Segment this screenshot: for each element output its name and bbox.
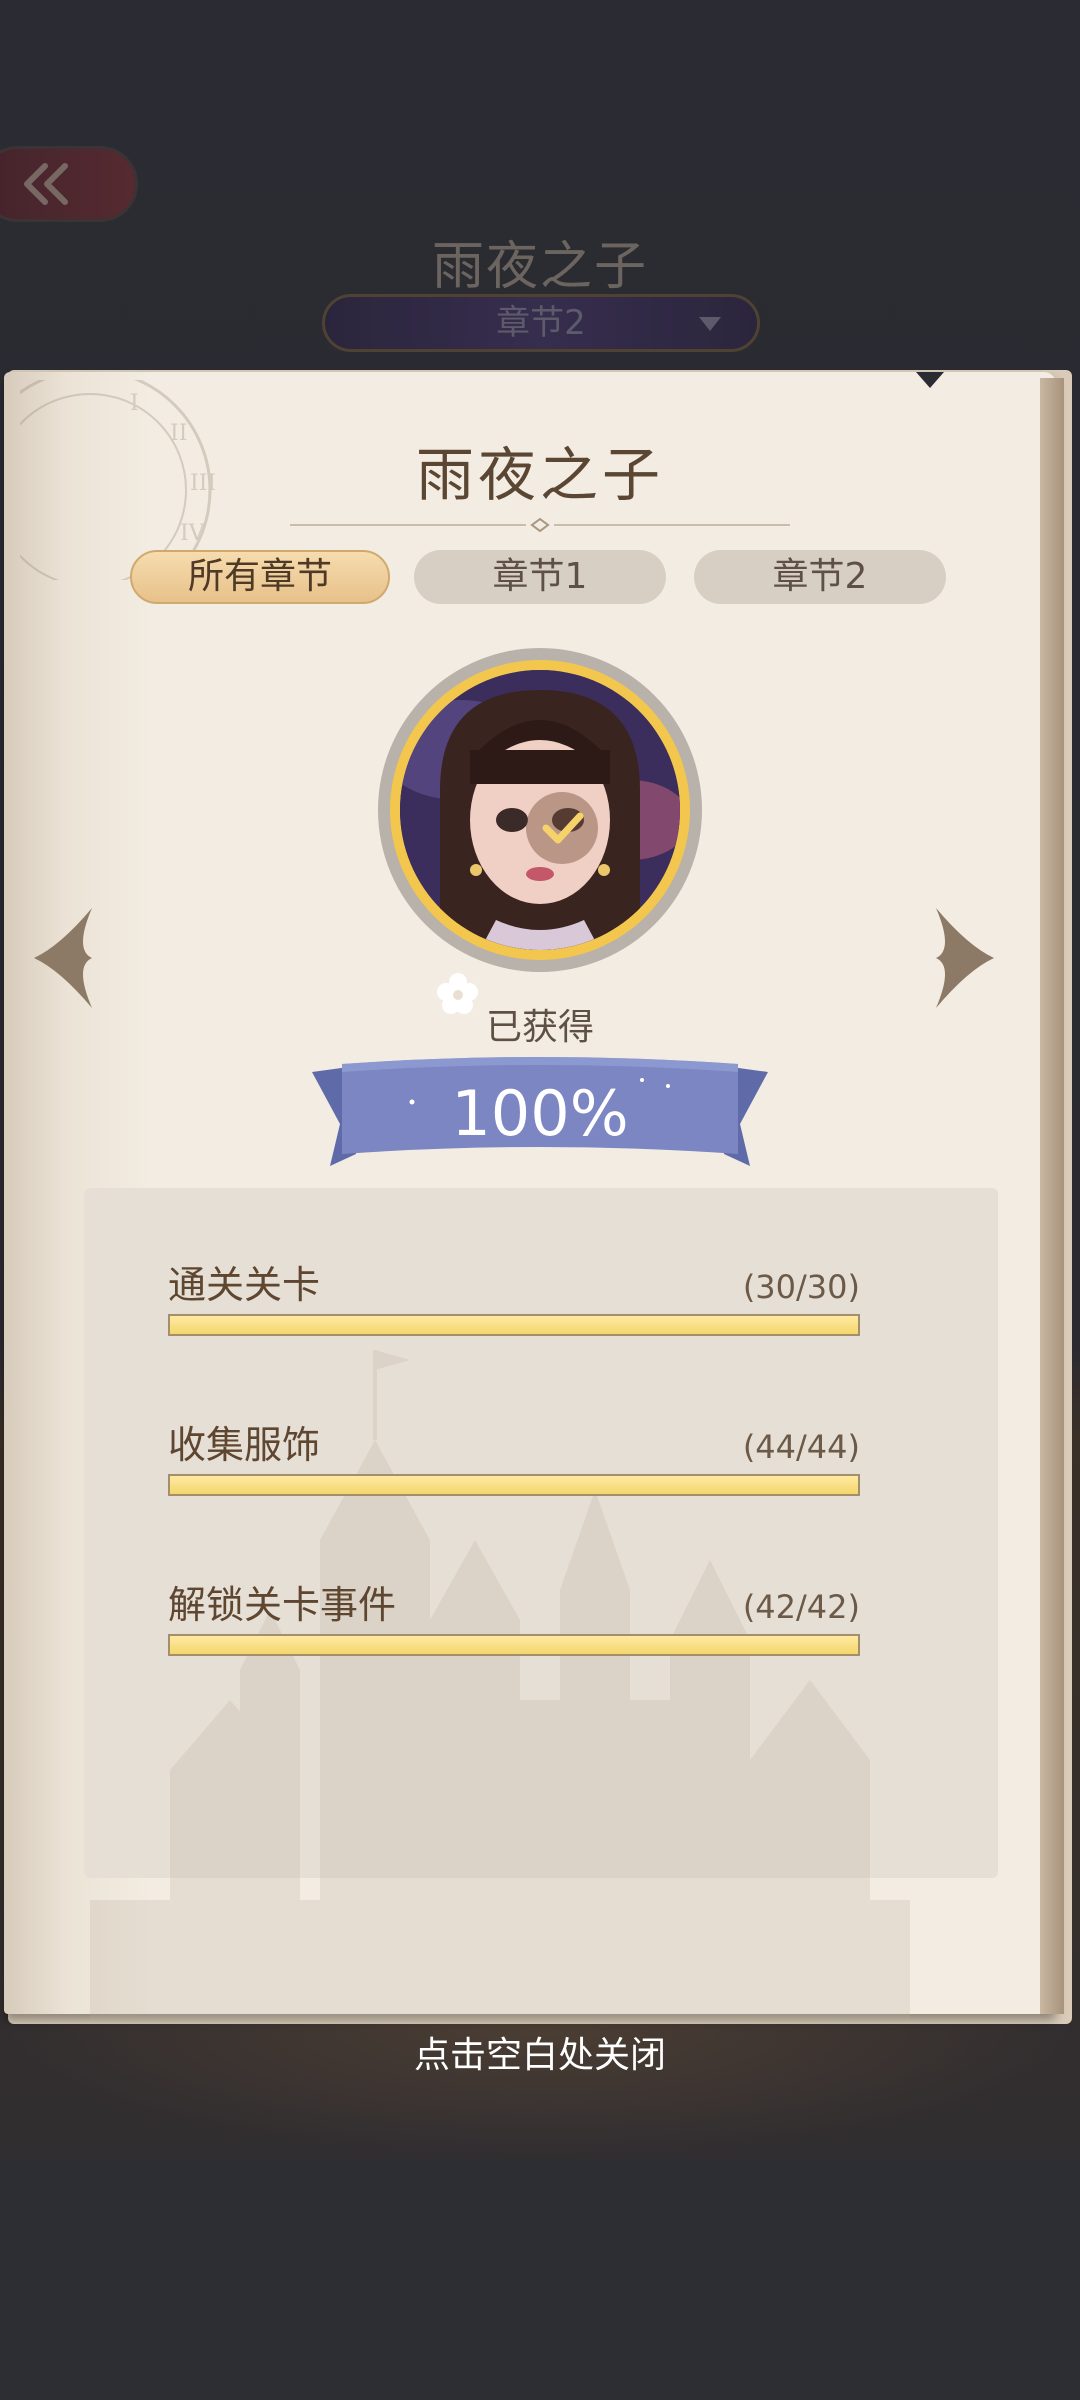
double-chevron-left-icon (24, 163, 68, 205)
tab-all-chapters[interactable]: 所有章节 (130, 550, 390, 604)
book-page-edge (1040, 378, 1064, 2014)
stat-progress-fill (170, 1476, 858, 1494)
close-hint[interactable]: 点击空白处关闭 (0, 2026, 1080, 2078)
background-chapter-label: 章节2 (496, 303, 586, 343)
svg-text:IV: IV (180, 521, 206, 546)
background-title: 雨夜之子 (431, 237, 648, 297)
stat-count: (44/44) (742, 1428, 860, 1466)
stat-count: (42/42) (742, 1588, 860, 1626)
chevron-right-icon[interactable] (934, 906, 998, 1010)
avatar-ring (390, 660, 690, 960)
progress-percentage: 100% (451, 1077, 629, 1150)
stat-count: (30/30) (742, 1268, 860, 1306)
caret-down-icon (699, 317, 721, 331)
obtained-badge (526, 792, 598, 864)
tab-chapter-1[interactable]: 章节1 (414, 550, 666, 604)
background-lower (0, 2160, 1080, 2400)
svg-text:I: I (130, 391, 139, 416)
obtained-status: 已获得 (485, 1007, 594, 1048)
stat-progress-bar (168, 1314, 860, 1336)
book-bookmark-notch (916, 372, 944, 388)
background-chapter-select: 章节2 (322, 294, 760, 352)
chevron-left-icon[interactable] (30, 906, 94, 1010)
stat-label: 收集服饰 (168, 1423, 321, 1467)
character-avatar (378, 648, 702, 972)
stat-label: 通关关卡 (168, 1263, 321, 1307)
tab-chapter-2[interactable]: 章节2 (694, 550, 946, 604)
stat-progress-bar (168, 1474, 860, 1496)
stat-progress-bar (168, 1634, 860, 1656)
stat-progress-fill (170, 1636, 858, 1654)
avatar-portrait (400, 670, 680, 950)
title-divider (290, 518, 790, 532)
stat-progress-fill (170, 1316, 858, 1334)
panel-title: 雨夜之子 (415, 441, 664, 509)
check-icon (542, 812, 584, 844)
back-button (0, 146, 138, 222)
stat-label: 解锁关卡事件 (168, 1583, 397, 1627)
